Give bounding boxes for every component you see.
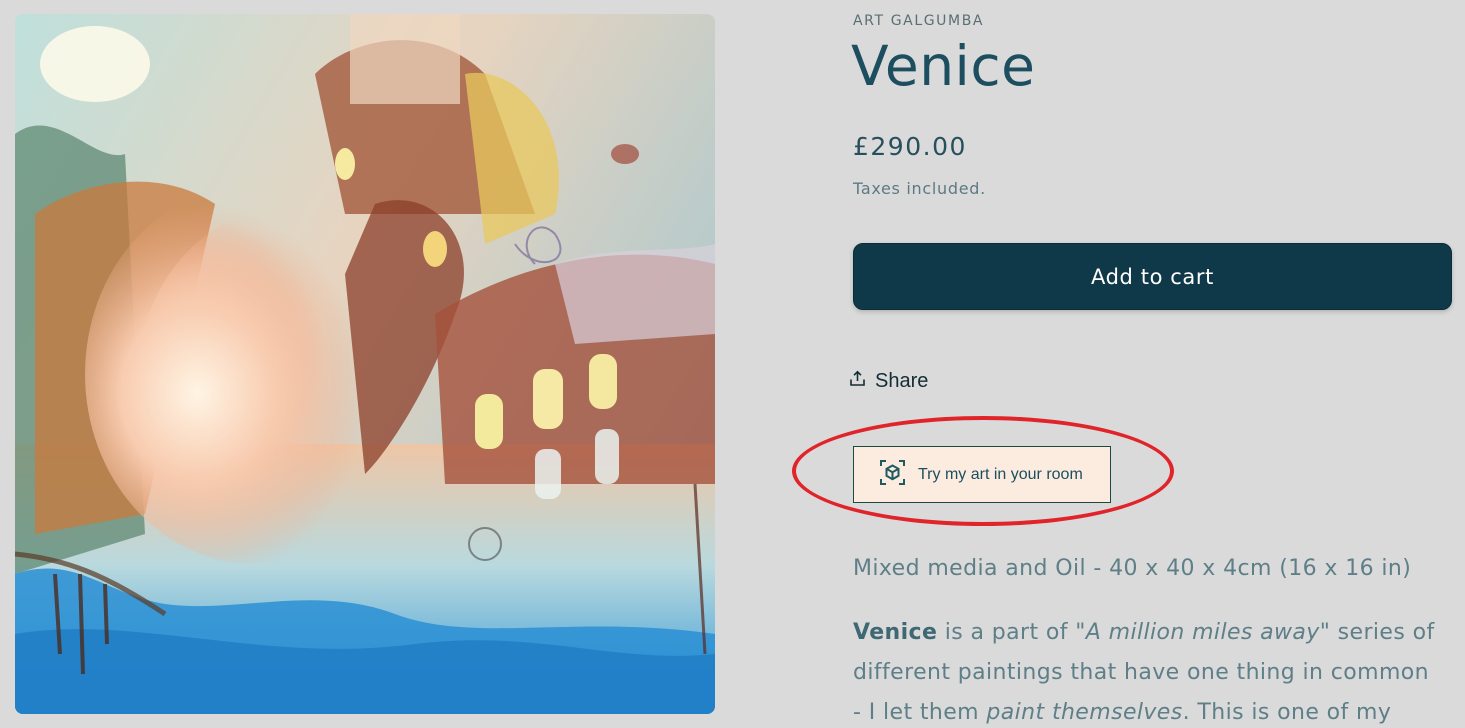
share-label: Share <box>875 370 929 392</box>
description-text: - I let them <box>853 700 987 725</box>
description-text: is a part of <box>937 620 1076 645</box>
product-image[interactable] <box>15 14 715 714</box>
share-upload-icon <box>849 370 866 393</box>
try-art-in-room-button[interactable]: Try my art in your room <box>853 446 1111 503</box>
tax-note: Taxes included. <box>853 179 986 198</box>
painting-illustration <box>15 14 715 714</box>
description-line-3: - I let them paint themselves. This is o… <box>853 700 1391 725</box>
vendor-name: ART GALGUMBA <box>853 13 985 29</box>
description-italic: paint themselves <box>986 700 1183 725</box>
series-name: "A million miles away" <box>1075 620 1331 645</box>
ar-cube-icon <box>879 459 906 491</box>
product-title: Venice <box>851 34 1036 98</box>
description-line-1: Venice is a part of "A million miles awa… <box>853 620 1435 645</box>
description-text: . This is one of my <box>1182 700 1392 725</box>
try-art-label: Try my art in your room <box>918 465 1083 483</box>
description-bold-title: Venice <box>853 620 938 645</box>
add-to-cart-button[interactable]: Add to cart <box>853 243 1452 310</box>
description-text: series of <box>1330 620 1435 645</box>
share-button[interactable]: Share <box>849 370 928 393</box>
medium-dimensions: Mixed media and Oil - 40 x 40 x 4cm (16 … <box>853 556 1412 581</box>
product-price: £290.00 <box>853 132 967 161</box>
description-line-2: different paintings that have one thing … <box>853 660 1429 685</box>
